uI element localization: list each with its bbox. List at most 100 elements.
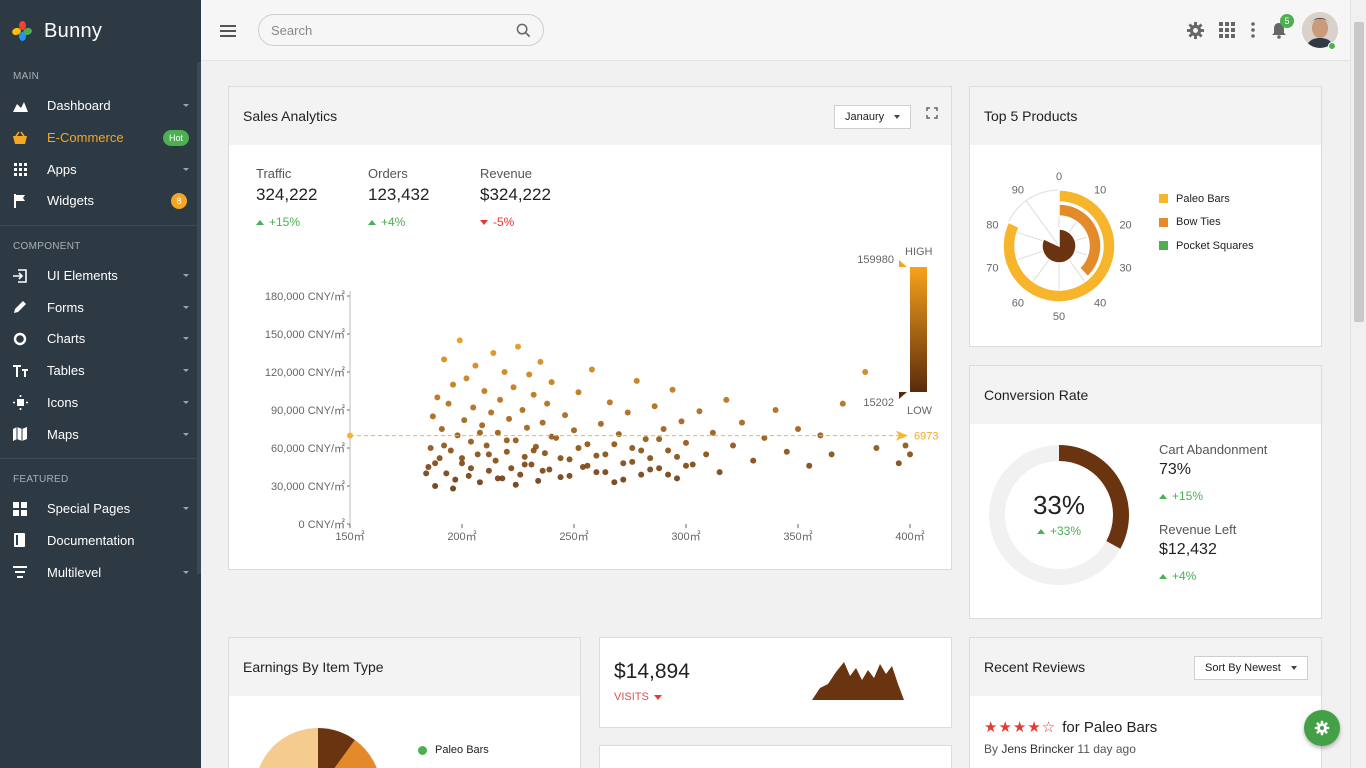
scatter-point[interactable] [517,471,524,478]
sidebar-item-tables[interactable]: Tables [0,355,201,387]
scatter-point[interactable] [503,448,510,455]
gear-icon[interactable] [1182,17,1208,43]
scatter-point[interactable] [512,437,519,444]
scatter-point[interactable] [508,465,515,472]
scatter-point[interactable] [526,371,533,378]
scatter-point[interactable] [541,450,548,457]
scatter-point[interactable] [557,455,564,462]
scatter-point[interactable] [674,453,681,460]
scatter-point[interactable] [452,476,459,483]
scatter-point[interactable] [647,466,654,473]
scatter-point[interactable] [638,447,645,454]
sidebar-item-dashboard[interactable]: Dashboard [0,90,201,122]
scatter-point[interactable] [432,460,439,467]
scatter-point[interactable] [620,476,627,483]
scatter-point[interactable] [443,470,450,477]
scatter-point[interactable] [461,417,468,424]
scatter-point[interactable] [479,422,486,429]
scatter-point[interactable] [530,447,537,454]
visual-map-bar[interactable] [910,267,927,392]
scatter-point[interactable] [656,465,663,472]
scatter-point[interactable] [425,464,432,470]
scatter-point[interactable] [602,469,609,476]
scatter-point[interactable] [512,481,519,488]
visual-map-handle-top[interactable] [899,260,907,267]
scatter-point[interactable] [510,384,517,391]
brand[interactable]: Bunny [0,0,201,62]
scatter-point[interactable] [459,455,465,462]
scatter-point[interactable] [521,453,528,460]
scatter-point[interactable] [548,379,555,386]
sidebar-item-apps[interactable]: Apps [0,153,201,185]
scatter-point[interactable] [678,418,685,425]
scatter-point[interactable] [597,420,604,427]
scatter-point[interactable] [476,479,483,486]
scatter-point[interactable] [528,461,535,468]
scatter-point[interactable] [669,386,676,393]
scatter-point[interactable] [660,426,667,432]
scatter-point[interactable] [593,469,600,476]
scatter-point[interactable] [642,436,649,443]
menu-toggle-icon[interactable] [220,25,236,37]
scatter-point[interactable] [907,451,913,458]
scatter-point[interactable] [611,441,618,448]
scatter-point[interactable] [575,389,582,396]
scatter-point[interactable] [895,460,902,467]
scatter-point[interactable] [584,441,591,448]
apps-grid-icon[interactable] [1214,17,1240,43]
scatter-point[interactable] [450,381,457,388]
scatter-point[interactable] [490,350,497,356]
scatter-point[interactable] [521,461,528,468]
scatter-point[interactable] [544,400,551,407]
scatter-point[interactable] [467,438,474,445]
scatter-point[interactable] [783,448,790,455]
scatter-point[interactable] [629,458,636,465]
scatter-point[interactable] [730,442,737,449]
sort-select[interactable]: Sort By Newest [1194,656,1308,680]
scatter-point[interactable] [839,400,846,407]
scatter-point[interactable] [441,356,448,363]
scatter-point[interactable] [772,407,779,413]
search-icon[interactable] [516,23,531,38]
scatter-point[interactable] [535,477,542,484]
scatter-point[interactable] [546,466,553,473]
scatter-point[interactable] [723,396,730,403]
scatter-point[interactable] [674,475,681,482]
sidebar-item-charts[interactable]: Charts [0,323,201,355]
scatter-point[interactable] [606,399,613,406]
scatter-point[interactable] [497,396,504,403]
scatter-point[interactable] [488,409,495,416]
scatter-point[interactable] [539,467,546,474]
scatter-point[interactable] [689,461,696,468]
scatter-point[interactable] [465,472,472,479]
scatter-point[interactable] [450,485,457,492]
scatter-point[interactable] [539,419,546,426]
sidebar-item-forms[interactable]: Forms [0,291,201,323]
month-select[interactable]: Janaury [834,105,912,129]
scatter-point[interactable] [427,445,434,451]
sidebar-item-ui-elements[interactable]: UI Elements [0,260,201,292]
more-vertical-icon[interactable] [1246,17,1260,43]
scatter-point[interactable] [703,451,710,458]
sidebar-item-icons[interactable]: Icons [0,387,201,419]
legend-item[interactable]: Paleo Bars [1159,187,1254,211]
scatter-point[interactable] [624,409,631,416]
scatter-point[interactable] [438,426,445,432]
scatter-point[interactable] [492,457,499,464]
fullscreen-icon[interactable] [926,107,938,119]
polar-bar-inner[interactable] [1041,228,1077,264]
scatter-point[interactable] [562,412,569,419]
scatter-point[interactable] [447,447,454,454]
scatter-point[interactable] [429,413,436,420]
scatter-point[interactable] [476,429,483,436]
scatter-point[interactable] [584,462,591,469]
sidebar-item-documentation[interactable]: Documentation [0,525,201,557]
scatter-point[interactable] [432,483,439,489]
scatter-point[interactable] [902,442,909,449]
scatter-point[interactable] [620,460,627,467]
scatter-point[interactable] [750,457,757,464]
scatter-point[interactable] [436,455,443,462]
scatter-point[interactable] [456,337,463,344]
sidebar-item-e-commerce[interactable]: E-Commerce Hot [0,122,201,154]
legend-item[interactable]: Pocket Squares [1159,234,1254,258]
